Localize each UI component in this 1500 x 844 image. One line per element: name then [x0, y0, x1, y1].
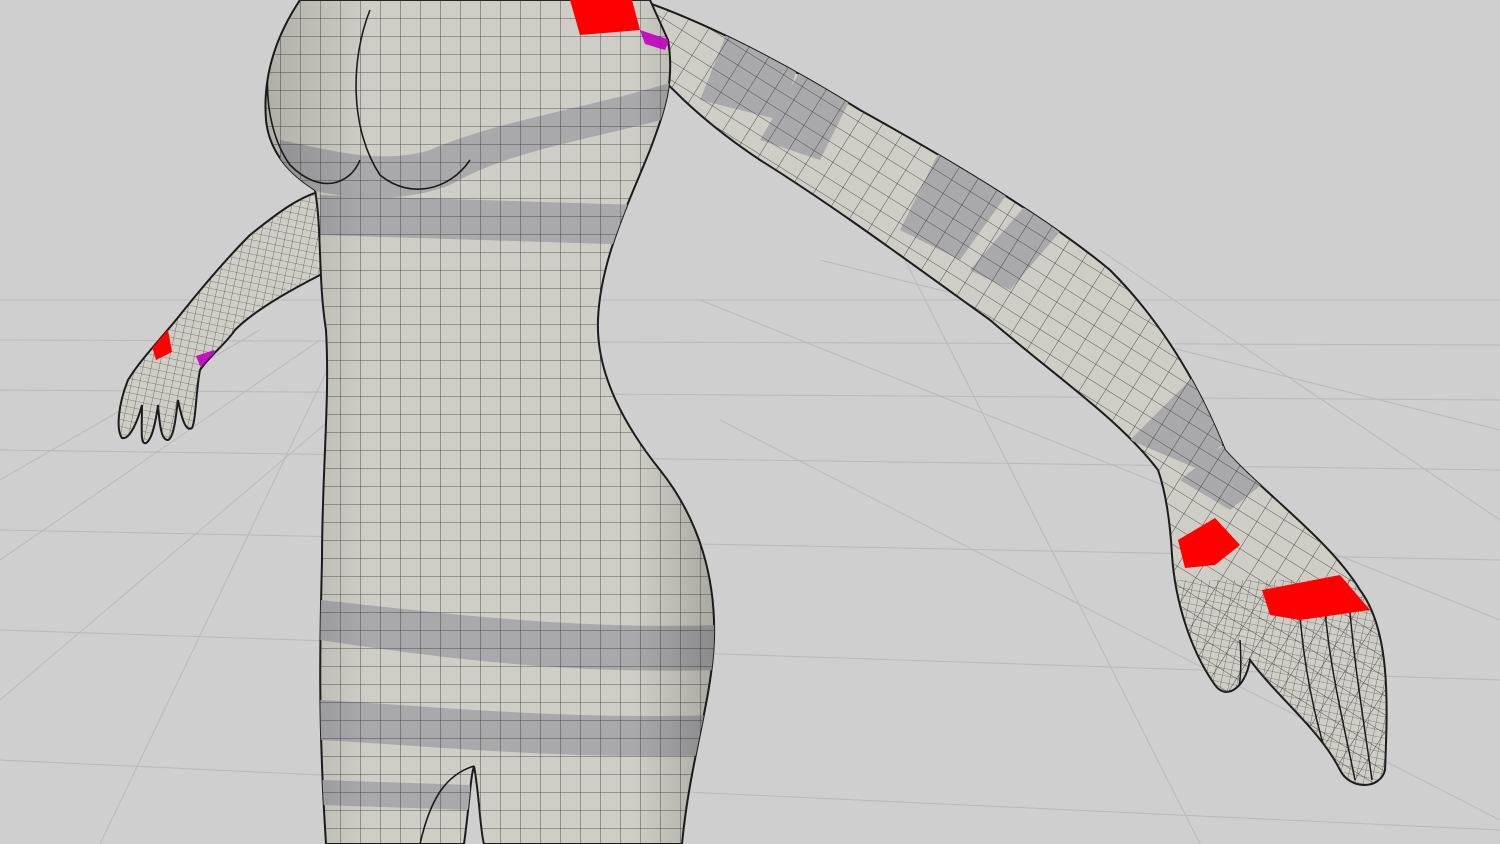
- viewport-canvas[interactable]: [0, 0, 1500, 844]
- torso-mesh[interactable]: [250, 0, 730, 844]
- shoulder-poles: [570, 0, 640, 35]
- right-arm-mesh[interactable]: [600, 0, 1500, 844]
- 3d-viewport[interactable]: [0, 0, 1500, 844]
